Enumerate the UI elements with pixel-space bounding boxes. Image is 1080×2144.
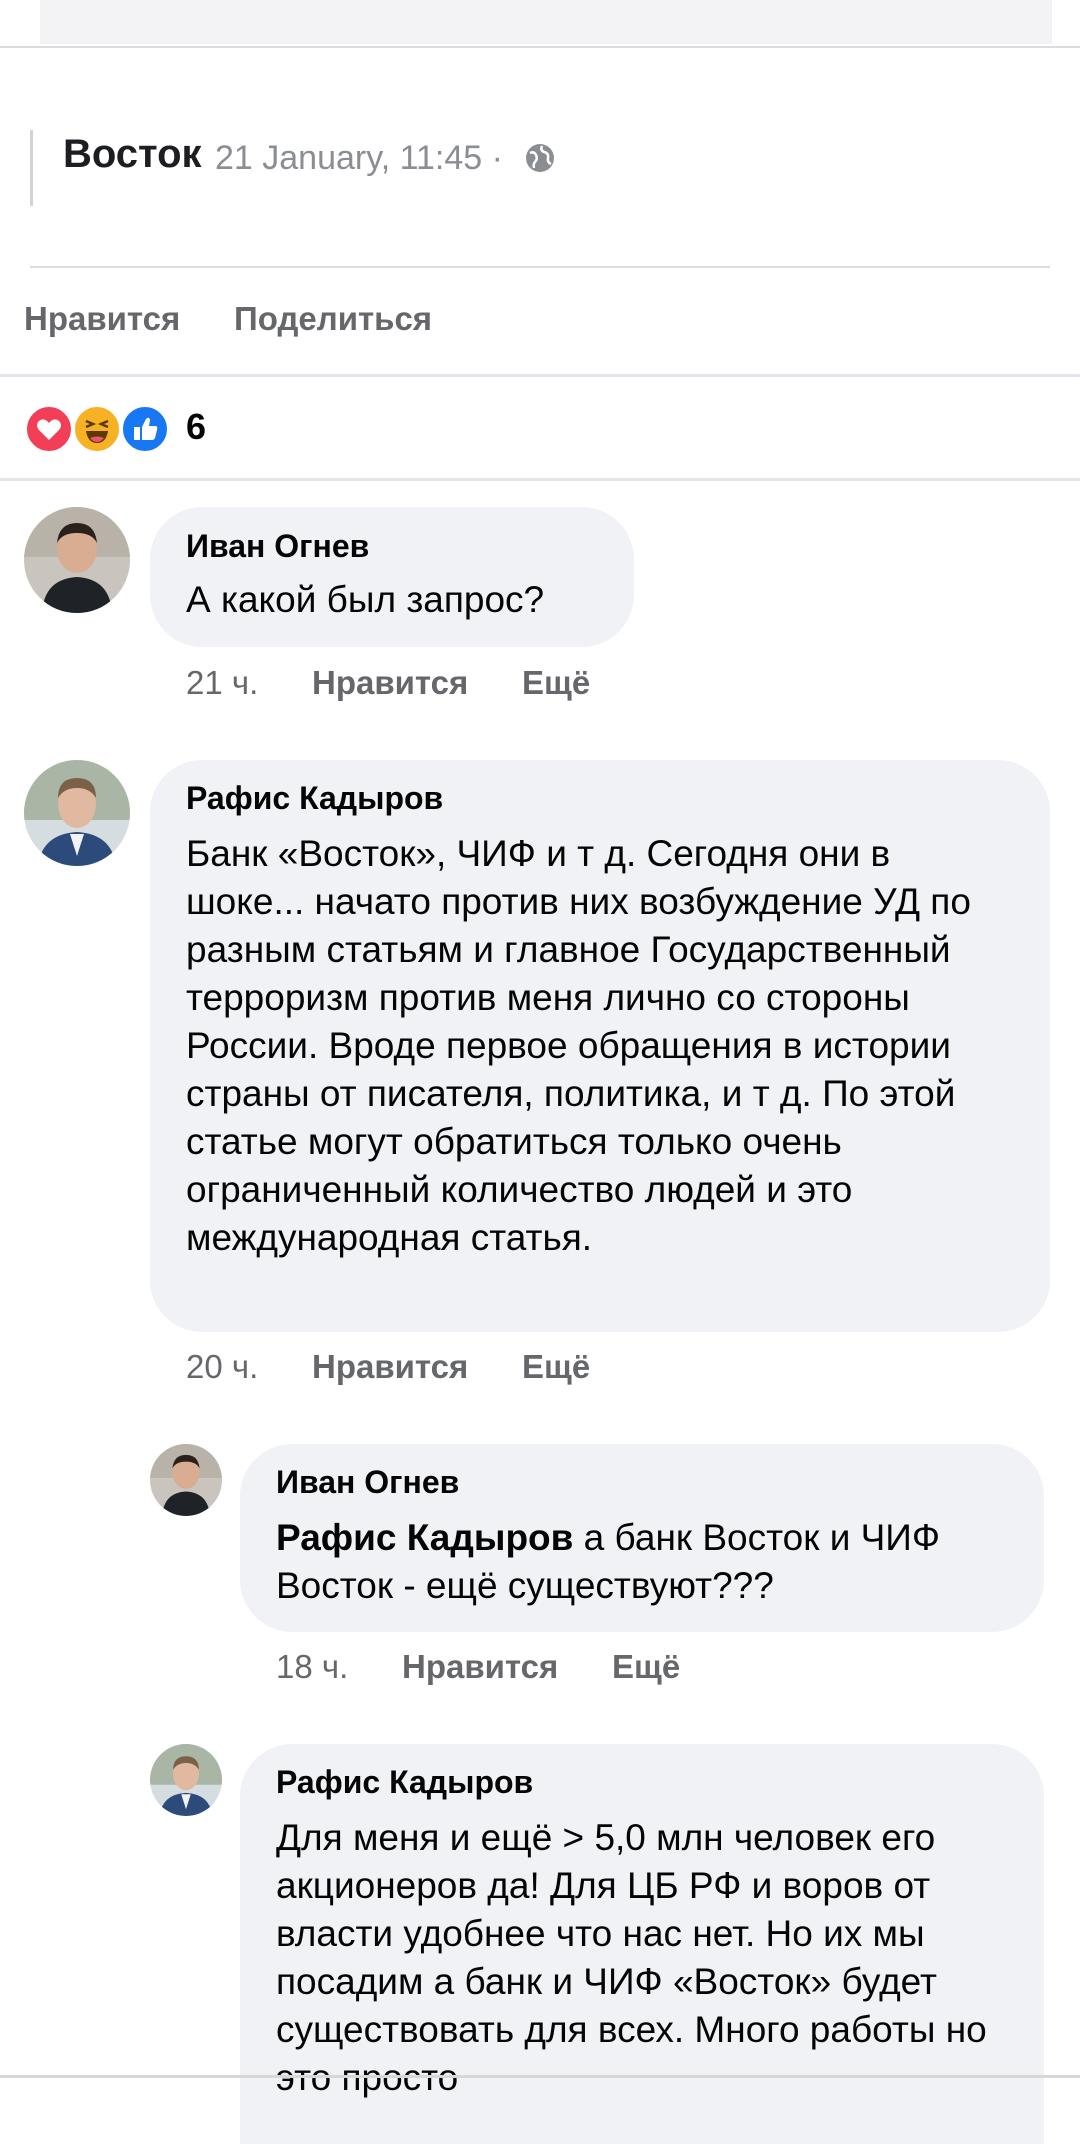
comment-more-button[interactable]: Ещё: [612, 1648, 680, 1686]
comment-text: А какой был запрос?: [186, 579, 545, 620]
comment-more-button[interactable]: Ещё: [522, 664, 590, 702]
avatar[interactable]: [24, 760, 130, 866]
divider: [0, 478, 1080, 481]
mention-link[interactable]: Рафис Кадыров: [276, 1517, 573, 1558]
comment-author[interactable]: Иван Огнев: [186, 528, 369, 565]
avatar[interactable]: [150, 1744, 222, 1816]
comment-text: Банк «Восток», ЧИФ и т д. Сегодня они в …: [186, 833, 971, 1258]
comment-author[interactable]: Иван Огнев: [276, 1464, 459, 1501]
comment-author[interactable]: Рафис Кадыров: [186, 780, 443, 817]
reactions-summary[interactable]: [24, 404, 184, 454]
share-button[interactable]: Поделиться: [234, 300, 432, 338]
comment-text: Рафис Кадыров а банк Восток и ЧИФ Восток…: [276, 1514, 1016, 1610]
comment-like-button[interactable]: Нравится: [402, 1648, 558, 1686]
comment-more-button[interactable]: Ещё: [522, 1348, 590, 1386]
divider: [0, 2075, 1080, 2078]
comment-time[interactable]: 20 ч.: [186, 1348, 258, 1386]
shared-post-card[interactable]: [0, 0, 1080, 48]
source-name[interactable]: Восток: [63, 132, 202, 177]
comment-time[interactable]: 18 ч.: [276, 1648, 348, 1686]
divider: [30, 266, 1050, 268]
comment-author[interactable]: Рафис Кадыров: [276, 1764, 533, 1801]
comment-text: Для меня и ещё > 5,0 млн человек его акц…: [276, 1817, 987, 2098]
like-button[interactable]: Нравится: [24, 300, 180, 338]
comment-like-button[interactable]: Нравится: [312, 1348, 468, 1386]
avatar[interactable]: [24, 507, 130, 613]
comment-like-button[interactable]: Нравится: [312, 664, 468, 702]
quote-bar: [30, 130, 33, 206]
globe-icon: [524, 142, 556, 174]
comment-time[interactable]: 21 ч.: [186, 664, 258, 702]
shared-post-image: [40, 0, 1052, 44]
divider: [0, 374, 1080, 377]
heart-icon: [24, 404, 74, 454]
reaction-count[interactable]: 6: [186, 406, 206, 448]
source-timestamp: 21 January, 11:45 ·: [215, 139, 503, 177]
avatar[interactable]: [150, 1444, 222, 1516]
like-icon: [120, 404, 170, 454]
haha-icon: [72, 404, 122, 454]
